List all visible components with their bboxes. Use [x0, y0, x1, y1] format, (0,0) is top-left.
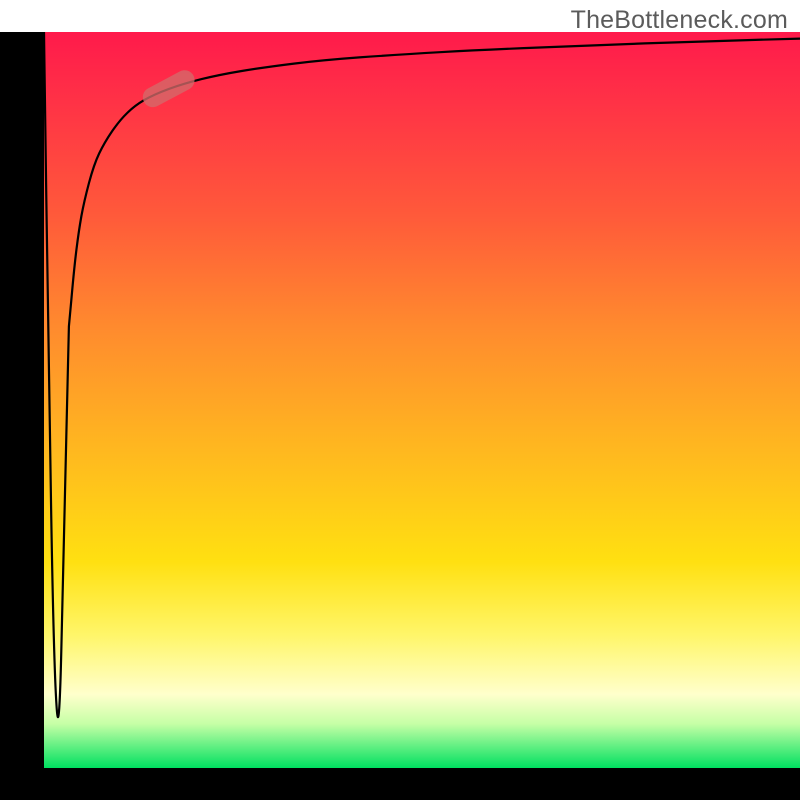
marker-pill [139, 67, 198, 111]
x-axis-bar [0, 768, 800, 800]
watermark-text: TheBottleneck.com [571, 6, 788, 35]
y-axis-bar [0, 32, 44, 768]
bottleneck-curve [44, 32, 800, 717]
curve-layer [44, 32, 800, 768]
plot-area [44, 32, 800, 768]
chart-stage: TheBottleneck.com [0, 0, 800, 800]
